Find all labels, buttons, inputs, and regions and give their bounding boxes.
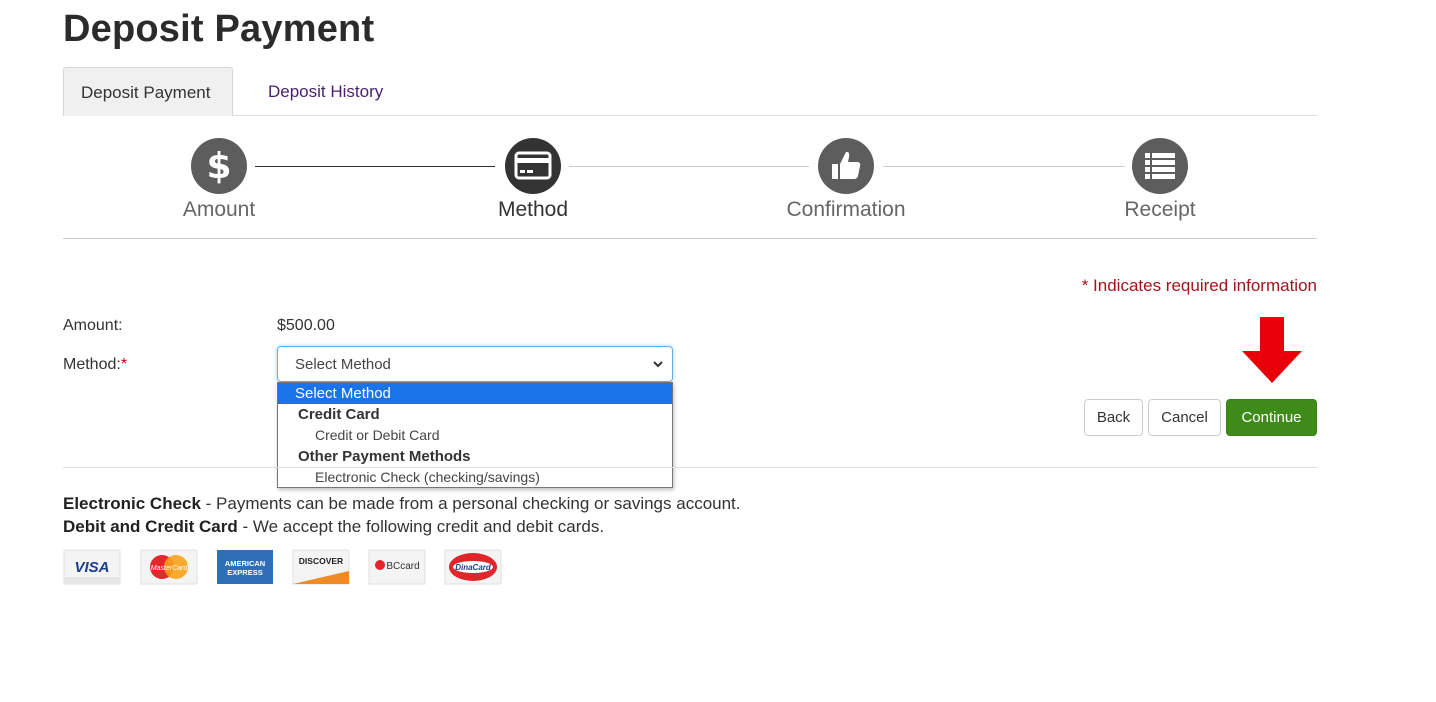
section-divider bbox=[63, 467, 1317, 468]
step-label: Method bbox=[497, 198, 569, 221]
mastercard-logo: MasterCard bbox=[140, 549, 198, 585]
card-text: - We accept the following credit and deb… bbox=[237, 517, 605, 536]
chevron-down-icon bbox=[653, 361, 663, 368]
dollar-icon: $ bbox=[191, 138, 247, 194]
svg-text:DISCOVER: DISCOVER bbox=[299, 556, 343, 566]
option-credit-debit-card[interactable]: Credit or Debit Card bbox=[278, 425, 672, 446]
echeck-text: - Payments can be made from a personal c… bbox=[200, 494, 741, 513]
optgroup-credit-card: Credit Card bbox=[298, 406, 380, 423]
continue-button[interactable]: Continue bbox=[1226, 399, 1317, 436]
progress-stepper: $ Amount Method Confirmation Receipt bbox=[63, 116, 1317, 239]
list-icon bbox=[1132, 138, 1188, 194]
card-info: Debit and Credit Card - We accept the fo… bbox=[63, 517, 604, 537]
card-title: Debit and Credit Card bbox=[63, 517, 238, 536]
amex-logo: AMERICAN EXPRESS bbox=[216, 549, 274, 585]
method-select[interactable]: Select Method bbox=[277, 346, 673, 382]
tab-bar: Deposit Payment Deposit History bbox=[63, 67, 1317, 116]
cancel-button[interactable]: Cancel bbox=[1148, 399, 1221, 436]
discover-logo: DISCOVER bbox=[292, 549, 350, 585]
echeck-info: Electronic Check - Payments can be made … bbox=[63, 494, 741, 514]
method-label: Method: bbox=[63, 356, 121, 373]
required-marker: * bbox=[120, 356, 128, 373]
svg-text:DinaCard: DinaCard bbox=[455, 563, 492, 572]
tab-deposit-history[interactable]: Deposit History bbox=[251, 67, 400, 116]
thumbs-up-icon bbox=[818, 138, 874, 194]
tab-deposit-payment[interactable]: Deposit Payment bbox=[63, 67, 233, 116]
step-label: Amount bbox=[182, 198, 256, 221]
back-button[interactable]: Back bbox=[1084, 399, 1143, 436]
svg-text:BCcard: BCcard bbox=[386, 561, 419, 572]
step-amount: $ Amount bbox=[139, 138, 299, 222]
red-arrow-down-icon bbox=[1242, 317, 1302, 383]
option-select-method[interactable]: Select Method bbox=[278, 383, 672, 404]
method-dropdown-list: Select Method Credit Card Credit or Debi… bbox=[277, 382, 673, 488]
amount-label: Amount: bbox=[63, 317, 123, 334]
amount-value: $500.00 bbox=[277, 317, 335, 334]
step-confirmation: Confirmation bbox=[766, 138, 926, 222]
svg-text:VISA: VISA bbox=[74, 559, 109, 576]
step-label: Receipt bbox=[1124, 198, 1196, 221]
option-electronic-check[interactable]: Electronic Check (checking/savings) bbox=[278, 467, 672, 488]
credit-card-icon bbox=[505, 138, 561, 194]
svg-text:EXPRESS: EXPRESS bbox=[227, 568, 262, 577]
method-select-value: Select Method bbox=[295, 356, 391, 373]
required-info-note: * Indicates required information bbox=[1081, 276, 1317, 295]
step-label: Confirmation bbox=[786, 198, 906, 221]
step-method: Method bbox=[453, 138, 613, 222]
bccard-logo: BCcard bbox=[368, 549, 426, 585]
echeck-title: Electronic Check bbox=[63, 494, 201, 513]
step-receipt: Receipt bbox=[1080, 138, 1240, 222]
svg-text:MasterCard: MasterCard bbox=[151, 565, 189, 572]
method-label-row: Method:* bbox=[63, 356, 127, 374]
visa-logo: VISA bbox=[63, 549, 121, 585]
svg-text:AMERICAN: AMERICAN bbox=[225, 559, 265, 568]
optgroup-other-methods: Other Payment Methods bbox=[298, 448, 471, 465]
page-title: Deposit Payment bbox=[63, 8, 375, 50]
svg-text:$: $ bbox=[206, 146, 231, 187]
dinacard-logo: DinaCard bbox=[444, 549, 502, 585]
